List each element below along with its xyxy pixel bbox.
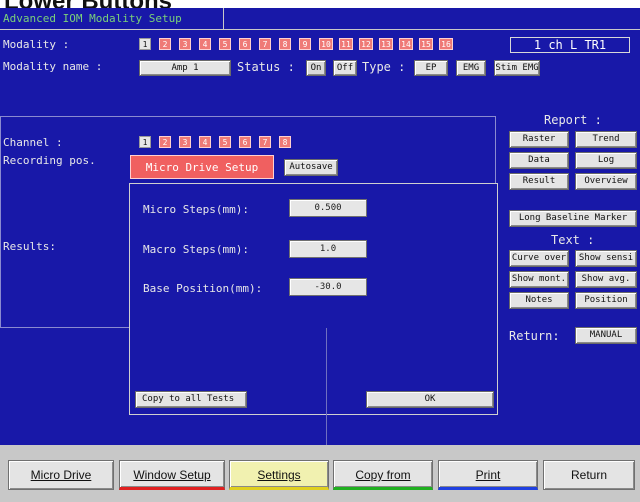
settings-button-label: Settings: [257, 468, 301, 482]
modality-setup-window: Advanced IOM Modality Setup Modality : 1…: [0, 8, 640, 502]
report-heading: Report :: [544, 113, 602, 127]
window-title: Advanced IOM Modality Setup: [0, 8, 224, 30]
modality-button-11[interactable]: 11: [339, 38, 353, 50]
copy-from-button-label: Copy from: [355, 468, 411, 482]
modality-button-1[interactable]: 1: [139, 38, 151, 50]
base-position-label: Base Position(mm):: [143, 282, 263, 295]
log-button[interactable]: Log: [575, 152, 637, 169]
show-avg-button[interactable]: Show avg.: [575, 271, 637, 288]
channel-button-1[interactable]: 1: [139, 136, 151, 148]
type-ep-button[interactable]: EP: [414, 60, 448, 76]
status-on-button[interactable]: On: [306, 60, 326, 76]
modality-name-label: Modality name :: [3, 60, 103, 73]
show-mont-button[interactable]: Show mont.: [509, 271, 569, 288]
channel-display: 1 ch L TR1: [510, 37, 630, 53]
modality-button-2[interactable]: 2: [159, 38, 171, 50]
modality-name-field[interactable]: Amp 1: [139, 60, 231, 76]
modality-button-10[interactable]: 10: [319, 38, 333, 50]
return-mode-select[interactable]: MANUAL: [575, 327, 637, 344]
micro-drive-button-label: Micro Drive: [30, 468, 92, 482]
print-button-label: Print: [475, 468, 501, 482]
macro-steps-field[interactable]: 1.0: [289, 240, 367, 258]
notes-button[interactable]: Notes: [509, 292, 569, 309]
status-label: Status :: [237, 60, 295, 74]
position-button[interactable]: Position: [575, 292, 637, 309]
text-heading: Text :: [551, 233, 595, 247]
channel-button-2[interactable]: 2: [159, 136, 171, 148]
long-baseline-marker-button[interactable]: Long Baseline Marker: [509, 210, 637, 227]
modality-button-9[interactable]: 9: [299, 38, 311, 50]
window-setup-button[interactable]: Window Setup: [119, 460, 225, 490]
show-sensi-button[interactable]: Show sensi: [575, 250, 637, 267]
modality-button-13[interactable]: 13: [379, 38, 393, 50]
return-button[interactable]: Return: [543, 460, 635, 490]
copy-to-all-tests-button[interactable]: Copy to all Tests: [135, 391, 247, 408]
micro-steps-label: Micro Steps(mm):: [143, 203, 249, 216]
base-position-field[interactable]: -30.0: [289, 278, 367, 296]
autosave-button[interactable]: Autosave: [284, 159, 338, 176]
return-label: Return:: [509, 329, 560, 343]
modality-button-15[interactable]: 15: [419, 38, 433, 50]
type-stim-emg-button[interactable]: Stim EMG: [494, 60, 540, 76]
channel-button-6[interactable]: 6: [239, 136, 251, 148]
window-setup-button-label: Window Setup: [133, 468, 211, 482]
channel-label: Channel :: [3, 136, 63, 149]
modality-button-6[interactable]: 6: [239, 38, 251, 50]
curve-over-button[interactable]: Curve over: [509, 250, 569, 267]
modality-number-row: 1 2 3 4 5 6 7 8 9 10 11 12 13 14 15 16: [139, 38, 511, 54]
print-button[interactable]: Print: [438, 460, 538, 490]
results-label: Results:: [3, 240, 56, 253]
copy-from-button[interactable]: Copy from: [333, 460, 433, 490]
modality-label: Modality :: [3, 38, 70, 51]
channel-button-8[interactable]: 8: [279, 136, 291, 148]
channel-button-4[interactable]: 4: [199, 136, 211, 148]
settings-button[interactable]: Settings: [229, 460, 329, 490]
micro-drive-button[interactable]: Micro Drive: [8, 460, 114, 490]
modality-button-12[interactable]: 12: [359, 38, 373, 50]
channel-button-7[interactable]: 7: [259, 136, 271, 148]
panel-divider: [326, 328, 327, 446]
modality-button-7[interactable]: 7: [259, 38, 271, 50]
status-off-button[interactable]: Off: [333, 60, 357, 76]
type-label: Type :: [362, 60, 406, 74]
modality-button-8[interactable]: 8: [279, 38, 291, 50]
modality-button-14[interactable]: 14: [399, 38, 413, 50]
title-bar-fill: [224, 8, 640, 30]
micro-steps-field[interactable]: 0.500: [289, 199, 367, 217]
result-button[interactable]: Result: [509, 173, 569, 190]
return-button-label: Return: [570, 468, 608, 482]
micro-drive-dialog: [129, 183, 498, 415]
channel-button-5[interactable]: 5: [219, 136, 231, 148]
data-button[interactable]: Data: [509, 152, 569, 169]
ok-button[interactable]: OK: [366, 391, 494, 408]
trend-button[interactable]: Trend: [575, 131, 637, 148]
modality-button-16[interactable]: 16: [439, 38, 453, 50]
macro-steps-label: Macro Steps(mm):: [143, 243, 249, 256]
micro-drive-setup-tab[interactable]: Micro Drive Setup: [130, 155, 274, 179]
modality-button-5[interactable]: 5: [219, 38, 231, 50]
modality-button-3[interactable]: 3: [179, 38, 191, 50]
overview-button[interactable]: Overview: [575, 173, 637, 190]
channel-button-3[interactable]: 3: [179, 136, 191, 148]
modality-button-4[interactable]: 4: [199, 38, 211, 50]
recording-pos-label: Recording pos.: [3, 154, 96, 167]
raster-button[interactable]: Raster: [509, 131, 569, 148]
type-emg-button[interactable]: EMG: [456, 60, 486, 76]
